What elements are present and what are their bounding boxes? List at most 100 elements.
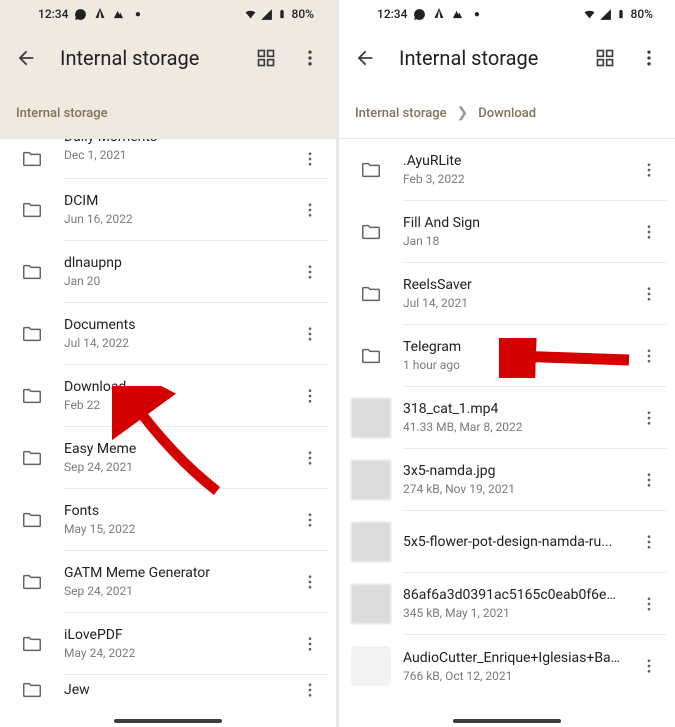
item-texts: Jew [64, 675, 292, 705]
list-item[interactable]: Fill And SignJan 18 [339, 201, 675, 263]
folder-icon [0, 148, 64, 170]
item-more-button[interactable] [631, 511, 667, 573]
view-grid-button[interactable] [252, 44, 280, 72]
battery-percent: 80% [631, 7, 653, 21]
screenshot-left: 12:34 ● 80% [0, 0, 336, 727]
breadcrumb: Internal storage [0, 88, 336, 138]
item-name: 5x5-flower-pot-design-namda-ru... [403, 534, 623, 550]
item-more-button[interactable] [292, 139, 328, 179]
list-item[interactable]: DownloadFeb 22 [0, 365, 336, 427]
breadcrumb: Internal storage ❯ Download [339, 88, 675, 138]
item-meta: Jan 20 [64, 274, 284, 288]
file-list[interactable]: Daily MomentsDec 1, 2021DCIMJun 16, 2022… [0, 138, 336, 727]
item-name: GATM Meme Generator [64, 565, 284, 581]
item-texts: dlnaupnpJan 20 [64, 241, 292, 303]
top-app-bar: Internal storage [339, 28, 675, 88]
file-thumbnail [339, 522, 403, 562]
item-name: DCIM [64, 193, 284, 209]
more-menu-button[interactable] [296, 44, 324, 72]
list-item[interactable]: AudioCutter_Enrique+Iglesias+Bail...766 … [339, 635, 675, 697]
item-texts: Fill And SignJan 18 [403, 201, 631, 263]
item-texts: 318_cat_1.mp4 41.33 MB, Mar 8, 2022 [403, 387, 631, 449]
list-item[interactable]: Telegram1 hour ago [339, 325, 675, 387]
item-more-button[interactable] [292, 489, 328, 551]
item-texts: FontsMay 15, 2022 [64, 489, 292, 551]
item-texts: 3x5-namda.jpg 274 kB, Nov 19, 2021 [403, 449, 631, 511]
item-more-button[interactable] [292, 365, 328, 427]
app-icon-2 [451, 8, 464, 21]
app-icon [432, 8, 445, 21]
item-name: Daily Moments [64, 138, 284, 145]
list-item[interactable]: DocumentsJul 14, 2022 [0, 303, 336, 365]
item-name: 318_cat_1.mp4 [403, 401, 623, 417]
battery-icon [615, 8, 628, 21]
item-meta: May 24, 2022 [64, 646, 284, 660]
back-button[interactable] [351, 44, 379, 72]
item-more-button[interactable] [292, 551, 328, 613]
item-more-button[interactable] [292, 179, 328, 241]
list-item[interactable]: Easy MemeSep 24, 2021 [0, 427, 336, 489]
item-name: Documents [64, 317, 284, 333]
wifi-icon [244, 8, 257, 21]
list-item[interactable]: 5x5-flower-pot-design-namda-ru... [339, 511, 675, 573]
item-meta: May 15, 2022 [64, 522, 284, 536]
item-meta: 274 kB, Nov 19, 2021 [403, 482, 623, 496]
item-meta: 41.33 MB, Mar 8, 2022 [403, 420, 623, 434]
folder-icon [0, 633, 64, 655]
item-texts: GATM Meme GeneratorSep 24, 2021 [64, 551, 292, 613]
folder-icon [0, 385, 64, 407]
list-item[interactable]: FontsMay 15, 2022 [0, 489, 336, 551]
item-more-button[interactable] [631, 449, 667, 511]
item-more-button[interactable] [631, 201, 667, 263]
item-more-button[interactable] [631, 263, 667, 325]
list-item[interactable]: ReelsSaverJul 14, 2021 [339, 263, 675, 325]
list-item[interactable]: 3x5-namda.jpg 274 kB, Nov 19, 2021 [339, 449, 675, 511]
more-menu-button[interactable] [635, 44, 663, 72]
folder-icon [0, 323, 64, 345]
item-more-button[interactable] [292, 241, 328, 303]
item-more-button[interactable] [631, 387, 667, 449]
file-list[interactable]: .AyuRLiteFeb 3, 2022Fill And SignJan 18R… [339, 138, 675, 727]
item-more-button[interactable] [292, 675, 328, 705]
item-more-button[interactable] [292, 303, 328, 365]
file-thumbnail [339, 584, 403, 624]
list-item[interactable]: iLovePDF May 24, 2022 [0, 613, 336, 675]
item-meta: 1 hour ago [403, 358, 623, 372]
item-name: iLovePDF [64, 627, 284, 643]
item-more-button[interactable] [631, 573, 667, 635]
item-meta: 345 kB, May 1, 2021 [403, 606, 623, 620]
folder-icon [339, 283, 403, 305]
list-item[interactable]: 86af6a3d0391ac5165c0eab0f6e3...345 kB, M… [339, 573, 675, 635]
item-more-button[interactable] [292, 613, 328, 675]
item-more-button[interactable] [292, 427, 328, 489]
item-name: Jew [64, 682, 284, 698]
list-item[interactable]: dlnaupnpJan 20 [0, 241, 336, 303]
back-button[interactable] [12, 44, 40, 72]
item-texts: 86af6a3d0391ac5165c0eab0f6e3...345 kB, M… [403, 573, 631, 635]
item-meta: 766 kB, Oct 12, 2021 [403, 669, 623, 683]
page-title: Internal storage [60, 46, 199, 70]
breadcrumb-item[interactable]: Download [478, 106, 536, 121]
status-bar: 12:34 ● 80% [339, 0, 675, 28]
signal-icon [260, 8, 273, 21]
item-name: Fill And Sign [403, 215, 623, 231]
list-item[interactable]: Daily MomentsDec 1, 2021 [0, 139, 336, 179]
view-grid-button[interactable] [591, 44, 619, 72]
breadcrumb-item[interactable]: Internal storage [355, 106, 447, 121]
breadcrumb-item[interactable]: Internal storage [16, 106, 108, 121]
list-item[interactable]: .AyuRLiteFeb 3, 2022 [339, 139, 675, 201]
item-more-button[interactable] [631, 635, 667, 697]
folder-icon [0, 261, 64, 283]
top-app-bar: Internal storage [0, 28, 336, 88]
list-item[interactable]: DCIMJun 16, 2022 [0, 179, 336, 241]
file-icon [339, 646, 403, 686]
item-more-button[interactable] [631, 325, 667, 387]
list-item[interactable]: 318_cat_1.mp4 41.33 MB, Mar 8, 2022 [339, 387, 675, 449]
item-texts: Daily MomentsDec 1, 2021 [64, 139, 292, 179]
item-texts: iLovePDF May 24, 2022 [64, 613, 292, 675]
item-name: 3x5-namda.jpg [403, 463, 623, 479]
list-item[interactable]: GATM Meme GeneratorSep 24, 2021 [0, 551, 336, 613]
status-time: 12:34 [38, 7, 68, 21]
item-more-button[interactable] [631, 139, 667, 201]
list-item[interactable]: Jew [0, 675, 336, 705]
